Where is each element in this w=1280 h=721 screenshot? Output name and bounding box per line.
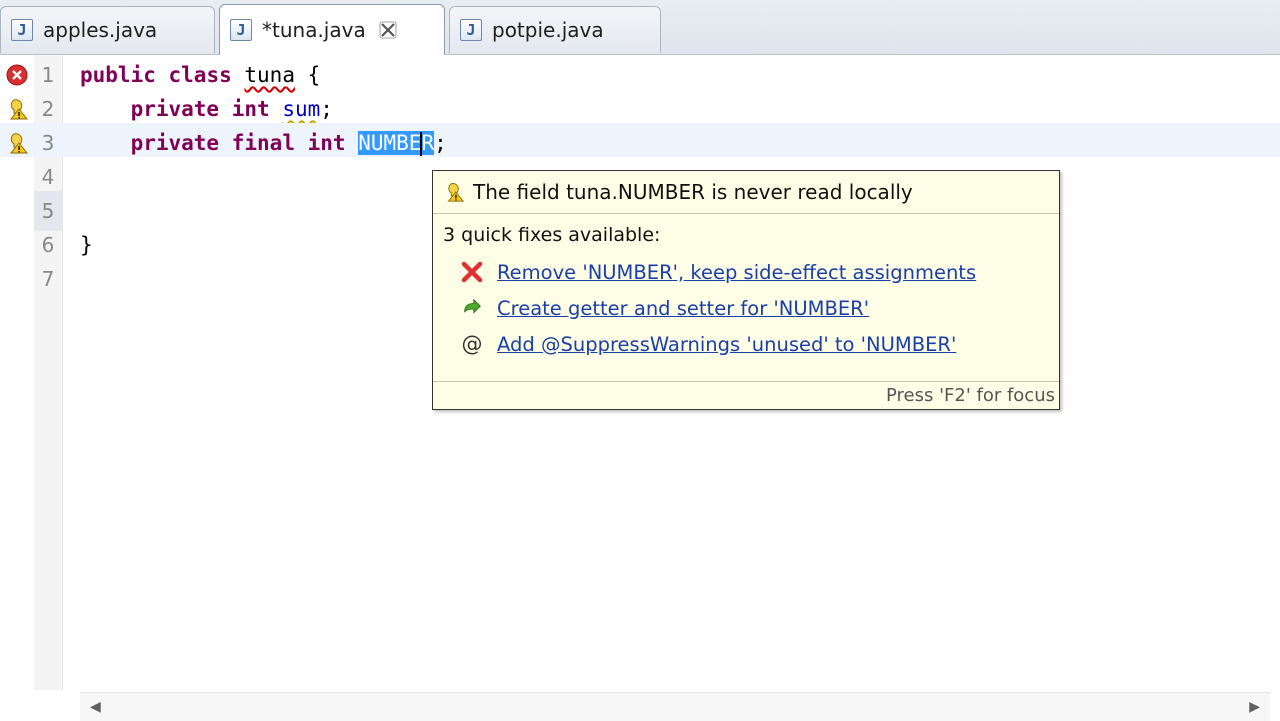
editor-tab-bar: J apples.java J *tuna.java J potpie.java — [0, 0, 1280, 55]
line-number: 7 — [41, 267, 55, 291]
tab-potpie-java[interactable]: J potpie.java — [449, 6, 661, 53]
tab-apples-java[interactable]: J apples.java — [0, 6, 215, 53]
code-line-2[interactable]: 2 private int sum; — [0, 89, 1280, 123]
class-name-identifier: tuna — [244, 63, 295, 87]
quick-fix-link[interactable]: Create getter and setter for 'NUMBER' — [497, 297, 869, 320]
keyword: class — [168, 63, 232, 87]
popup-footer-hint: Press 'F2' for focus — [433, 381, 1059, 409]
problem-description: The field tuna.NUMBER is never read loca… — [473, 180, 913, 204]
green-arrow-icon — [459, 295, 485, 321]
remove-x-icon — [459, 259, 485, 285]
keyword: final — [231, 131, 295, 155]
java-file-icon: J — [11, 19, 33, 41]
warning-lightbulb-icon[interactable] — [5, 97, 29, 121]
tab-label: apples.java — [43, 18, 158, 42]
tab-tuna-java[interactable]: J *tuna.java — [219, 4, 445, 55]
quick-fix-count: 3 quick fixes available: — [443, 224, 661, 246]
tab-label: *tuna.java — [262, 18, 366, 42]
quick-fix-popup[interactable]: The field tuna.NUMBER is never read loca… — [432, 170, 1060, 410]
horizontal-scrollbar[interactable]: ◀ ▶ — [80, 692, 1270, 721]
at-sign-icon: @ — [461, 332, 483, 356]
keyword: private — [130, 97, 220, 121]
semicolon: ; — [320, 97, 333, 121]
error-icon[interactable] — [5, 63, 29, 87]
selected-field-identifier[interactable]: NUMBER — [358, 131, 435, 156]
code-line-3[interactable]: 3 private final int NUMBER; — [0, 123, 1280, 157]
brace: } — [80, 233, 93, 257]
keyword: int — [231, 97, 270, 121]
quick-fix-link[interactable]: Add @SuppressWarnings 'unused' to 'NUMBE… — [497, 333, 956, 356]
quick-fix-suppress-warnings[interactable]: @ Add @SuppressWarnings 'unused' to 'NUM… — [459, 326, 1059, 362]
scroll-right-icon[interactable]: ▶ — [1249, 699, 1260, 715]
tab-label: potpie.java — [492, 18, 604, 42]
code-line-1[interactable]: 1 public class tuna { — [0, 55, 1280, 89]
keyword: int — [307, 131, 346, 155]
scroll-left-icon[interactable]: ◀ — [90, 699, 101, 715]
brace: { — [307, 63, 321, 87]
popup-header: The field tuna.NUMBER is never read loca… — [433, 171, 1059, 214]
identifier-part: R — [421, 131, 435, 155]
quick-fix-create-getter-setter[interactable]: Create getter and setter for 'NUMBER' — [459, 290, 1059, 326]
close-tab-icon[interactable] — [378, 20, 398, 40]
semicolon: ; — [434, 131, 447, 155]
warning-lightbulb-icon — [443, 181, 465, 203]
quick-fix-remove-field[interactable]: Remove 'NUMBER', keep side-effect assign… — [459, 254, 1059, 290]
java-file-icon: J — [460, 19, 482, 41]
identifier-part: NUMBE — [358, 131, 422, 155]
keyword: public — [80, 63, 156, 87]
warning-lightbulb-icon[interactable] — [5, 131, 29, 155]
field-identifier: sum — [282, 97, 321, 121]
keyword: private — [130, 131, 220, 155]
java-file-icon: J — [230, 19, 252, 41]
quick-fix-link[interactable]: Remove 'NUMBER', keep side-effect assign… — [497, 261, 976, 284]
